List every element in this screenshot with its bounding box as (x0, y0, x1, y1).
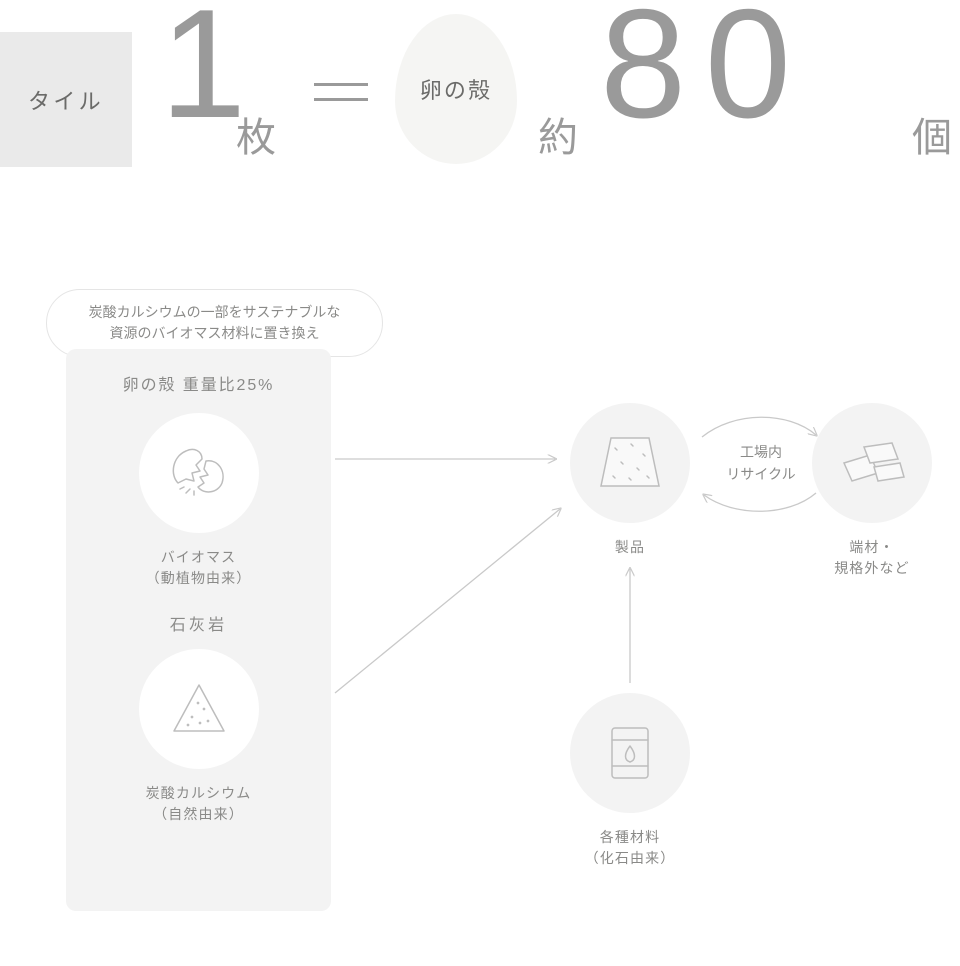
offcut-label: 端材・ 規格外など (834, 537, 910, 579)
eggshell-ratio: 卵の殻 重量比25% (66, 371, 331, 395)
oil-drum-icon (570, 693, 690, 813)
recycle-label: 工場内 リサイクル (716, 441, 806, 486)
diagram-panel: 炭酸カルシウムの一部をサステナブルな 資源のバイオマス材料に置き換え 卵の殻 重… (0, 253, 960, 966)
eggshell-icon (139, 413, 259, 533)
node-biomass: バイオマス （動植物由来） (66, 413, 331, 589)
fossil-label: 各種材料 （化石由来） (585, 827, 676, 869)
equivalence-banner: タイル 1 枚 卵の殻 約 80 個 (0, 0, 960, 170)
calcium-source-group: 卵の殻 重量比25% バイオマス （動植物由来） 石灰岩 (66, 349, 331, 911)
callout-pill: 炭酸カルシウムの一部をサステナブルな 資源のバイオマス材料に置き換え (46, 289, 383, 357)
node-product: 製品 (560, 403, 700, 558)
tile-label: タイル (28, 84, 104, 116)
product-label: 製品 (615, 537, 645, 558)
biomass-label: バイオマス （動植物由来） (146, 547, 252, 589)
equals-icon (314, 80, 374, 104)
callout-line1: 炭酸カルシウムの一部をサステナブルな (89, 304, 341, 320)
limestone-heading: 石灰岩 (66, 611, 331, 635)
unit-mai: 枚 (236, 105, 276, 163)
offcut-icon (812, 403, 932, 523)
tile-square: タイル (0, 32, 132, 167)
egg-label: 卵の殻 (420, 73, 493, 105)
node-offcut: 端材・ 規格外など (802, 403, 942, 579)
unit-ko: 個 (912, 105, 952, 163)
approx-label: 約 (538, 105, 578, 163)
calcium-label: 炭酸カルシウム （自然由来） (146, 783, 252, 825)
callout-line2: 資源のバイオマス材料に置き換え (110, 325, 320, 341)
product-tile-icon (570, 403, 690, 523)
node-calcium: 炭酸カルシウム （自然由来） (66, 649, 331, 825)
number-one: 1 (160, 0, 246, 141)
egg-shape: 卵の殻 (395, 14, 517, 164)
number-eighty: 80 (600, 0, 810, 141)
limestone-icon (139, 649, 259, 769)
node-fossil: 各種材料 （化石由来） (560, 693, 700, 869)
